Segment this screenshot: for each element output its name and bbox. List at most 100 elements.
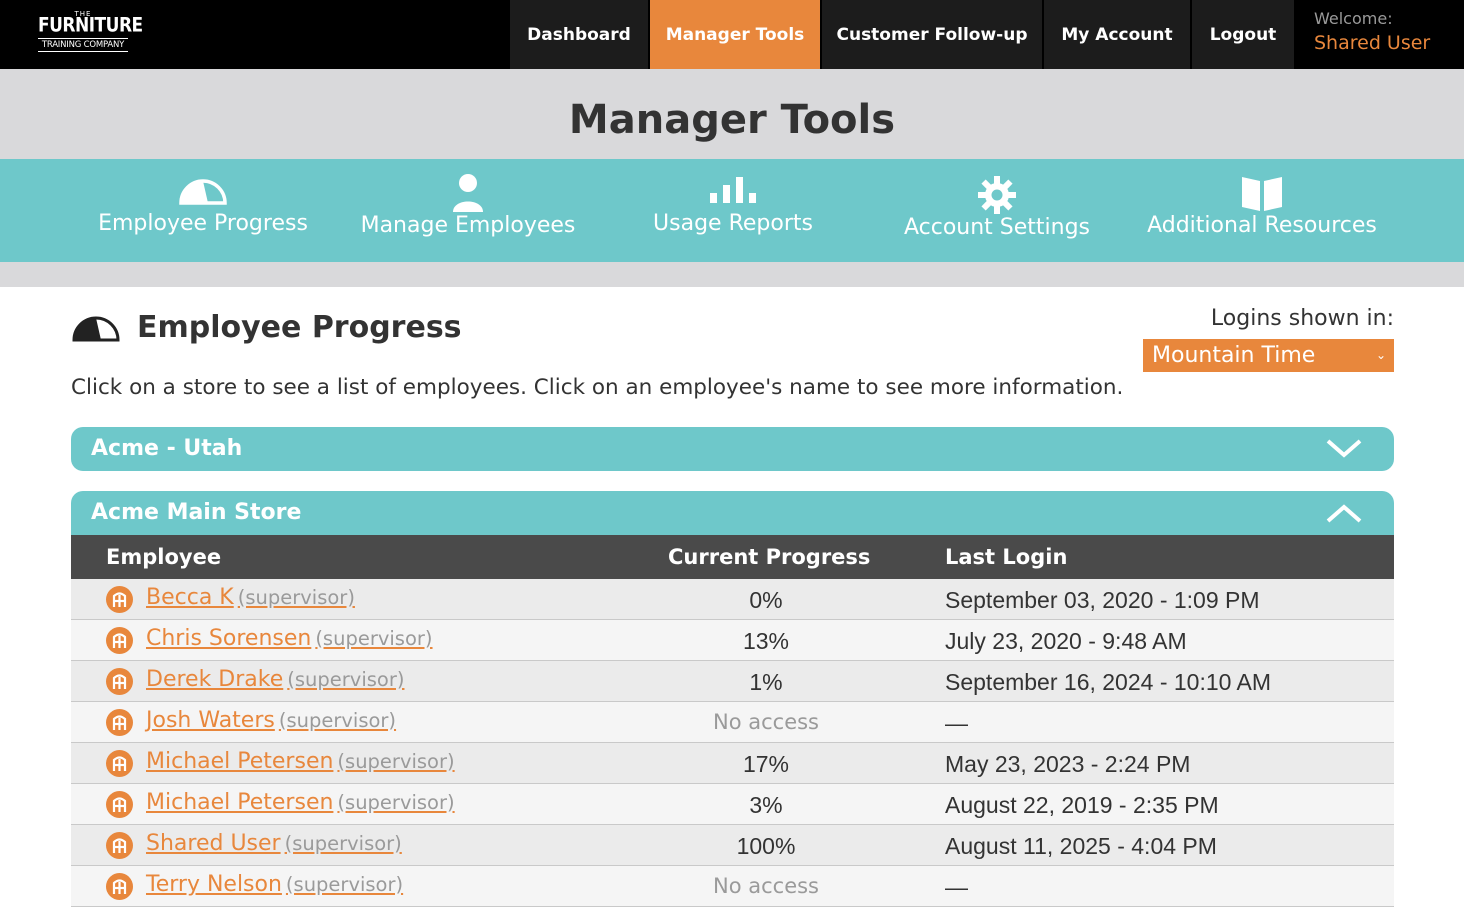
employee-name[interactable]: Michael Petersen [146,749,333,774]
timezone-value: Mountain Time [1152,343,1316,368]
welcome-box: Welcome: Shared User [1294,0,1464,69]
tool-additional-resources[interactable]: Additional Resources [1142,159,1382,262]
employee-role: (supervisor) [287,668,405,691]
employee-name[interactable]: Chris Sorensen [146,626,311,651]
tool-label: Additional Resources [1147,213,1377,238]
col-last-login: Last Login [945,545,1068,569]
employee-name-link[interactable]: Terry Nelson (supervisor) [146,872,403,897]
furniture-icon-badge [106,873,133,900]
gear-icon [978,176,1016,214]
employee-last-login: — [945,874,968,900]
employee-last-login: August 22, 2019 - 2:35 PM [945,792,1219,818]
furniture-icon [112,756,127,771]
furniture-icon [112,674,127,689]
store-accordion-acme-main-store[interactable]: Acme Main Store [71,491,1394,535]
furniture-icon-badge [106,709,133,736]
table-row: Shared User (supervisor) 100% August 11, 20… [71,825,1394,866]
tool-label: Employee Progress [98,211,308,236]
nav-my-account[interactable]: My Account [1042,0,1190,69]
section-title: Employee Progress [137,310,462,345]
tool-account-settings[interactable]: Account Settings [882,159,1112,262]
tool-usage-reports[interactable]: Usage Reports [618,159,848,262]
employee-name[interactable]: Derek Drake [146,667,283,692]
employee-last-login: September 16, 2024 - 10:10 AM [945,669,1272,695]
employee-role: (supervisor) [237,586,355,609]
table-row: Derek Drake (supervisor) 1% September 16, 2… [71,661,1394,702]
tool-label: Usage Reports [653,211,813,236]
nav-customer-follow-up[interactable]: Customer Follow-up [820,0,1042,69]
employee-progress: 100% [736,833,796,859]
employee-progress: 13% [742,628,790,654]
employee-name[interactable]: Becca K [146,585,234,610]
furniture-icon-badge [106,627,133,654]
store-name: Acme - Utah [91,436,243,461]
furniture-icon [112,879,127,894]
chevron-down-icon: ⌄ [1375,348,1386,362]
table-row: Michael Petersen (supervisor) 17% May 23, 2… [71,743,1394,784]
nav-logout[interactable]: Logout [1190,0,1294,69]
employee-role: (supervisor) [284,832,402,855]
employee-name[interactable]: Shared User [146,831,281,856]
employee-role: (supervisor) [337,791,455,814]
furniture-icon [112,633,127,648]
furniture-icon [112,838,127,853]
store-name: Acme Main Store [91,500,302,525]
employee-name-link[interactable]: Chris Sorensen (supervisor) [146,626,433,651]
tool-label: Manage Employees [360,213,576,238]
furniture-icon-badge [106,832,133,859]
intro-text: Click on a store to see a list of employ… [71,375,1124,400]
employee-name-link[interactable]: Derek Drake (supervisor) [146,667,404,692]
employee-last-login: July 23, 2020 - 9:48 AM [945,628,1187,654]
logo-line-3: TRAINING COMPANY [38,38,128,52]
employee-progress: 17% [742,751,790,777]
employee-last-login: May 23, 2023 - 2:24 PM [945,751,1191,777]
gauge-icon [179,179,227,205]
col-current-progress: Current Progress [668,545,871,569]
table-row: Chris Sorensen (supervisor) 13% July 23, 20… [71,620,1394,661]
table-row: Becca K (supervisor) 0% September 03, 2020 … [71,579,1394,620]
employee-role: (supervisor) [337,750,455,773]
employee-name-link[interactable]: Michael Petersen (supervisor) [146,749,455,774]
furniture-icon [112,592,127,607]
gauge-icon [72,316,120,341]
col-employee: Employee [106,545,222,569]
nav-dashboard[interactable]: Dashboard [508,0,648,69]
employee-name-link[interactable]: Shared User (supervisor) [146,831,402,856]
section-header: Employee Progress [71,310,462,345]
top-navbar: THE FURNITURE TRAINING COMPANY Dashboard… [0,0,1464,69]
page-title-band: Manager Tools [0,69,1464,159]
divider-band [0,262,1464,287]
employee-name[interactable]: Terry Nelson [146,872,282,897]
employee-progress: 0% [749,587,783,613]
table-row: Michael Petersen (supervisor) 3% August 22,… [71,784,1394,825]
logo-line-2: FURNITURE [38,14,143,38]
employee-progress: No access [713,710,819,734]
chevron-down-icon [1326,439,1362,458]
employee-table-header: Employee Current Progress Last Login [71,535,1394,579]
employee-name[interactable]: Josh Waters [146,708,275,733]
timezone-select[interactable]: Mountain Time ⌄ [1143,339,1394,372]
employee-name-link[interactable]: Michael Petersen (supervisor) [146,790,455,815]
employee-name[interactable]: Michael Petersen [146,790,333,815]
employee-role: (supervisor) [278,709,397,732]
tool-employee-progress[interactable]: Employee Progress [88,159,318,262]
employee-name-link[interactable]: Becca K (supervisor) [146,585,355,610]
welcome-user[interactable]: Shared User [1314,32,1464,54]
furniture-icon-badge [106,586,133,613]
employee-role: (supervisor) [315,627,433,650]
book-icon [1242,177,1282,211]
employee-role: (supervisor) [285,873,404,896]
employee-progress: No access [713,874,819,898]
employee-name-link[interactable]: Josh Waters (supervisor) [146,708,396,733]
logins-shown-label: Logins shown in: [1210,306,1394,331]
company-logo[interactable]: THE FURNITURE TRAINING COMPANY [38,10,143,60]
person-icon [453,174,483,212]
welcome-label: Welcome: [1314,9,1393,28]
nav-manager-tools[interactable]: Manager Tools [648,0,820,69]
employee-progress: 1% [749,669,783,695]
tool-manage-employees[interactable]: Manage Employees [353,159,583,262]
store-accordion-acme-utah[interactable]: Acme - Utah [71,427,1394,471]
bar-chart-icon [710,177,756,203]
furniture-icon-badge [106,668,133,695]
furniture-icon [112,715,127,730]
